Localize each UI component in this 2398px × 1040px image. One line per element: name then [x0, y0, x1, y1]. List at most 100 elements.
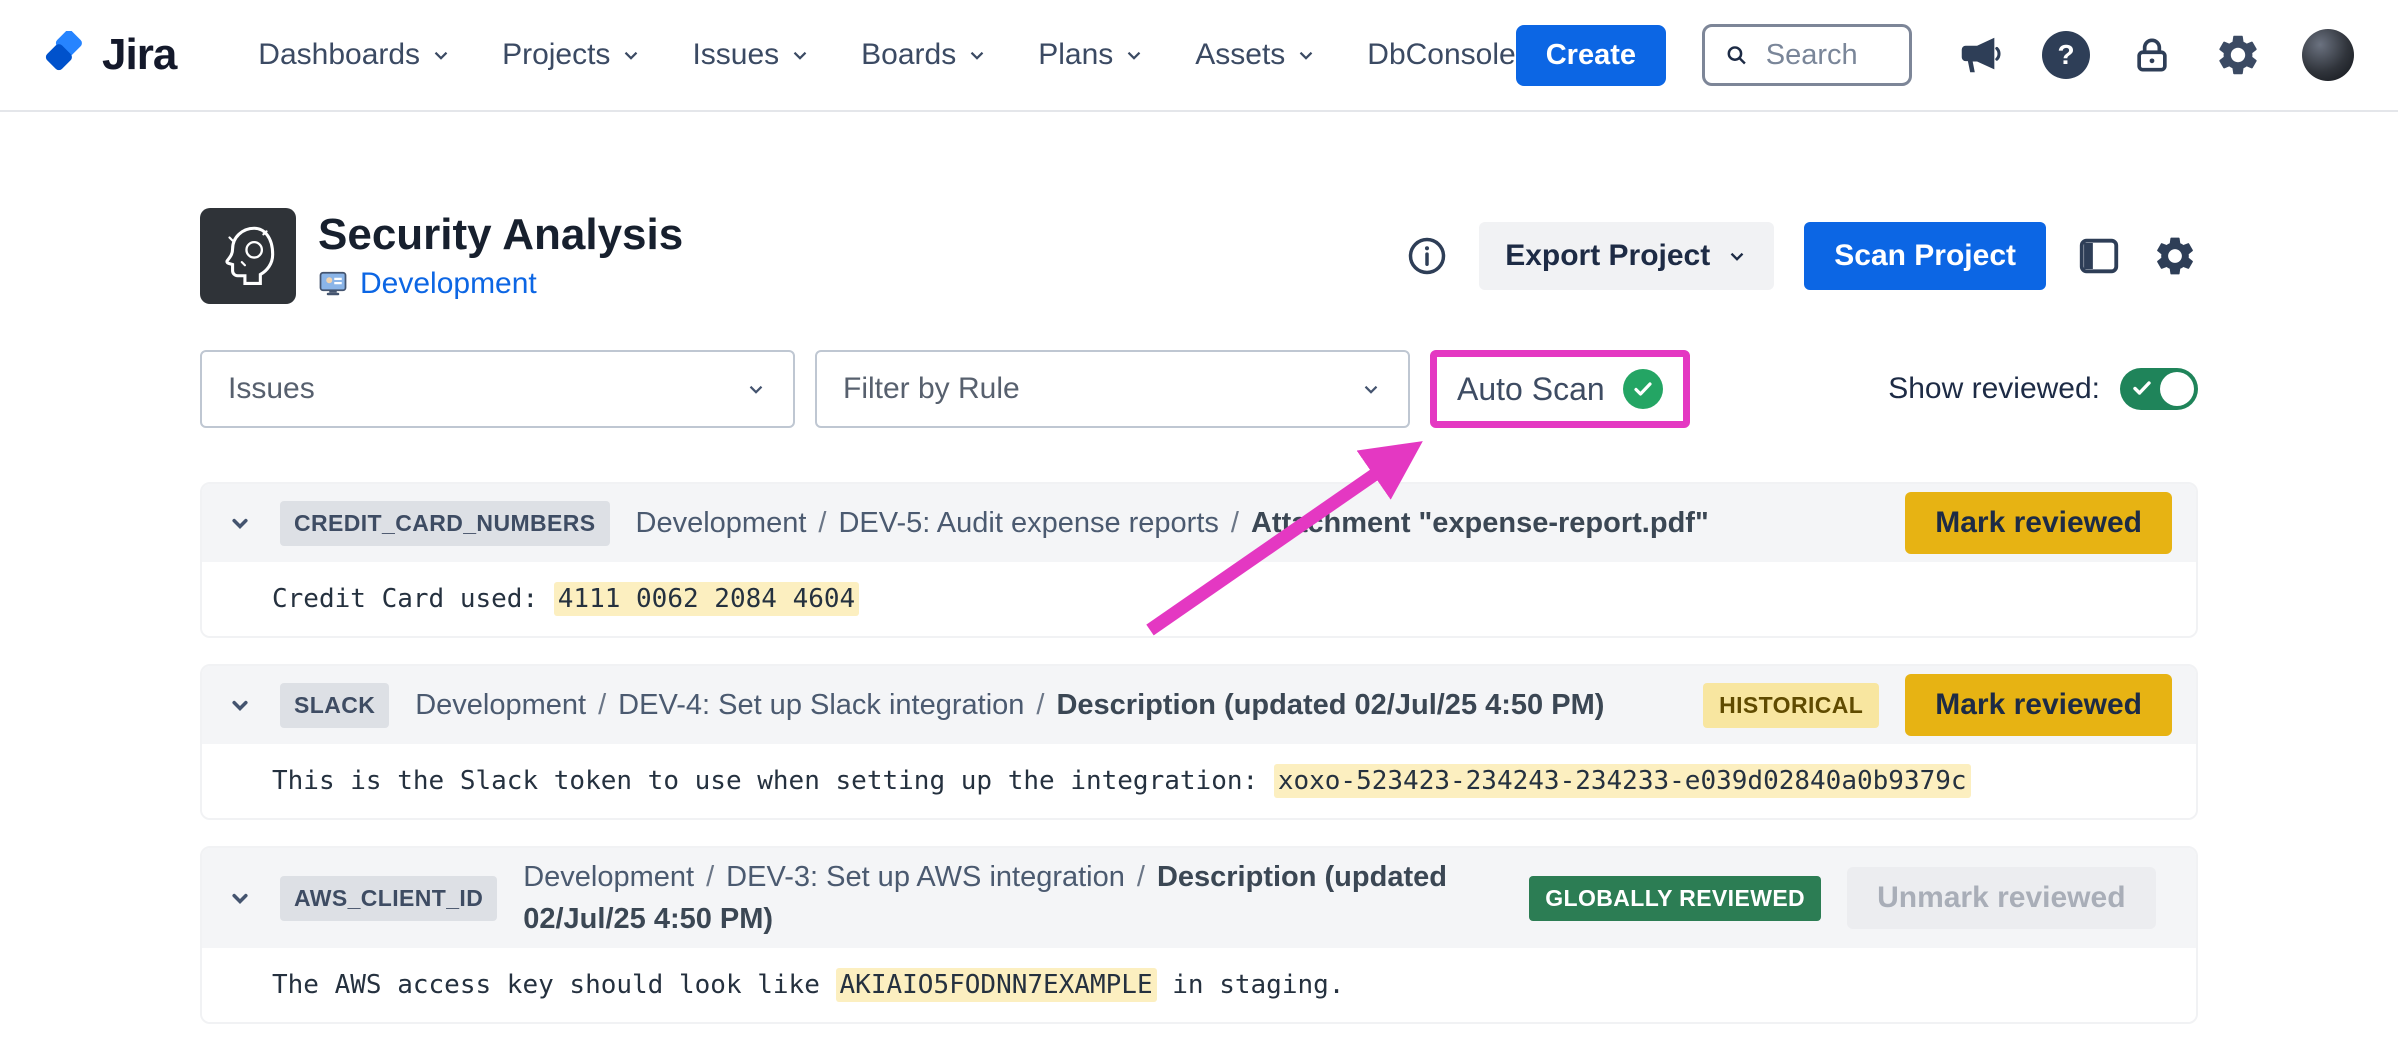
- info-icon[interactable]: [1405, 234, 1449, 278]
- jira-logo[interactable]: Jira: [40, 30, 176, 80]
- nav-dbconsole[interactable]: DbConsole: [1367, 38, 1515, 72]
- breadcrumb-project[interactable]: Development: [523, 861, 694, 893]
- collapse-chevron-icon[interactable]: [226, 884, 254, 912]
- rule-badge: CREDIT_CARD_NUMBERS: [280, 501, 610, 546]
- breadcrumb-separator: /: [1219, 507, 1251, 539]
- finding-text: in staging.: [1157, 970, 1345, 1000]
- findings-list: CREDIT_CARD_NUMBERS Development/DEV-5: A…: [200, 482, 2198, 1024]
- chevron-down-icon: [430, 44, 452, 66]
- breadcrumb-separator: /: [1024, 689, 1056, 721]
- rule-filter-value: Filter by Rule: [843, 372, 1020, 406]
- finding-secret-highlight: 4111 0062 2084 4604: [554, 582, 859, 616]
- finding-card-credit-card: CREDIT_CARD_NUMBERS Development /DEV-5: A…: [200, 482, 2198, 638]
- finding-text: This is the Slack token to use when sett…: [272, 766, 1274, 796]
- collapse-chevron-icon[interactable]: [226, 691, 254, 719]
- breadcrumb-separator: /: [1125, 861, 1157, 893]
- breadcrumb-location: Attachment "expense-report.pdf": [1251, 507, 1709, 539]
- navbar-icons: ?: [1956, 29, 2354, 81]
- nav-plans[interactable]: Plans: [1038, 38, 1145, 72]
- nav-boards[interactable]: Boards: [861, 38, 988, 72]
- show-reviewed-control: Show reviewed:: [1888, 368, 2198, 410]
- breadcrumb-issue[interactable]: DEV-5: Audit expense reports: [838, 507, 1218, 539]
- finding-card-aws: AWS_CLIENT_ID Development/DEV-3: Set up …: [200, 846, 2198, 1024]
- finding-header: AWS_CLIENT_ID Development/DEV-3: Set up …: [202, 848, 2196, 948]
- search-input[interactable]: [1764, 38, 1889, 73]
- project-avatar-image: [211, 219, 285, 293]
- nav-boards-label: Boards: [861, 38, 956, 72]
- nav-plans-label: Plans: [1038, 38, 1113, 72]
- breadcrumb-issue[interactable]: DEV-4: Set up Slack integration: [618, 689, 1024, 721]
- board-layout-icon[interactable]: [2076, 233, 2122, 279]
- user-avatar[interactable]: [2302, 29, 2354, 81]
- project-settings-gear-icon[interactable]: [2152, 233, 2198, 279]
- unmark-reviewed-button[interactable]: Unmark reviewed: [1847, 867, 2155, 929]
- nav-assets[interactable]: Assets: [1195, 38, 1317, 72]
- finding-text: The AWS access key should look like: [272, 970, 836, 1000]
- finding-body: Credit Card used: 4111 0062 2084 4604: [202, 562, 2196, 636]
- nav-assets-label: Assets: [1195, 38, 1285, 72]
- mark-reviewed-button[interactable]: Mark reviewed: [1905, 674, 2172, 736]
- mark-reviewed-button[interactable]: Mark reviewed: [1905, 492, 2172, 554]
- chevron-down-icon: [1360, 378, 1382, 400]
- chevron-down-icon: [620, 44, 642, 66]
- jira-logo-icon: [40, 31, 88, 79]
- rule-badge: AWS_CLIENT_ID: [280, 876, 497, 921]
- show-reviewed-label: Show reviewed:: [1888, 372, 2100, 406]
- top-navbar: Jira Dashboards Projects Issues Boards P…: [0, 0, 2398, 112]
- scan-project-button[interactable]: Scan Project: [1804, 222, 2046, 290]
- breadcrumb-separator: /: [694, 861, 726, 893]
- breadcrumb-issue[interactable]: DEV-3: Set up AWS integration: [726, 861, 1125, 893]
- lock-icon[interactable]: [2130, 33, 2174, 77]
- finding-header: SLACK Development/DEV-4: Set up Slack in…: [202, 666, 2196, 744]
- nav-issues-label: Issues: [692, 38, 779, 72]
- project-header: Security Analysis Development: [200, 208, 2198, 304]
- announcements-megaphone-icon[interactable]: [1956, 32, 2002, 78]
- nav-dbconsole-label: DbConsole: [1367, 38, 1515, 72]
- export-project-button[interactable]: Export Project: [1479, 222, 1774, 290]
- export-project-label: Export Project: [1505, 239, 1710, 273]
- chevron-down-icon: [1726, 245, 1748, 267]
- header-actions: Export Project Scan Project: [1405, 222, 2198, 290]
- chevron-down-icon: [789, 44, 811, 66]
- chevron-down-icon: [1295, 44, 1317, 66]
- project-avatar: [200, 208, 296, 304]
- search-icon: [1725, 40, 1748, 70]
- auto-scan-enabled-check-icon: [1623, 369, 1663, 409]
- annotation-highlight-box: Auto Scan: [1430, 350, 1690, 428]
- nav-projects-label: Projects: [502, 38, 610, 72]
- issues-select[interactable]: Issues: [200, 350, 795, 428]
- gear-icon[interactable]: [2214, 31, 2262, 79]
- finding-card-slack: SLACK Development/DEV-4: Set up Slack in…: [200, 664, 2198, 820]
- chevron-down-icon: [745, 378, 767, 400]
- nav-issues[interactable]: Issues: [692, 38, 811, 72]
- filter-row: Issues Filter by Rule Auto Scan Show rev…: [200, 350, 2198, 428]
- project-link[interactable]: Development: [360, 267, 537, 301]
- search-box[interactable]: [1702, 24, 1912, 86]
- auto-scan-label[interactable]: Auto Scan: [1457, 371, 1605, 408]
- help-icon-glyph: ?: [2057, 39, 2074, 71]
- finding-breadcrumb: Development /DEV-5: Audit expense reports…: [636, 502, 1880, 544]
- collapse-chevron-icon[interactable]: [226, 509, 254, 537]
- finding-breadcrumb: Development/DEV-4: Set up Slack integrat…: [415, 684, 1677, 726]
- nav-projects[interactable]: Projects: [502, 38, 642, 72]
- nav-dashboards-label: Dashboards: [258, 38, 420, 72]
- toggle-check-icon: [2130, 376, 2154, 405]
- breadcrumb-project[interactable]: Development: [636, 507, 807, 539]
- page-title: Security Analysis: [318, 211, 683, 259]
- show-reviewed-toggle[interactable]: [2120, 368, 2198, 410]
- finding-secret-highlight: xoxo-523423-234243-234233-e039d02840a0b9…: [1274, 764, 1971, 798]
- chevron-down-icon: [1123, 44, 1145, 66]
- help-icon[interactable]: ?: [2042, 31, 2090, 79]
- finding-text: Credit Card used:: [272, 584, 554, 614]
- finding-breadcrumb: Development/DEV-3: Set up AWS integratio…: [523, 856, 1503, 940]
- jira-logo-text: Jira: [102, 30, 176, 80]
- finding-secret-highlight: AKIAIO5FODNN7EXAMPLE: [836, 968, 1157, 1002]
- finding-header: CREDIT_CARD_NUMBERS Development /DEV-5: A…: [202, 484, 2196, 562]
- breadcrumb-project[interactable]: Development: [415, 689, 586, 721]
- rule-filter-select[interactable]: Filter by Rule: [815, 350, 1410, 428]
- breadcrumb-separator: /: [586, 689, 618, 721]
- finding-body: The AWS access key should look like AKIA…: [202, 948, 2196, 1022]
- create-button[interactable]: Create: [1516, 25, 1666, 86]
- historical-badge: HISTORICAL: [1703, 683, 1879, 728]
- nav-dashboards[interactable]: Dashboards: [258, 38, 452, 72]
